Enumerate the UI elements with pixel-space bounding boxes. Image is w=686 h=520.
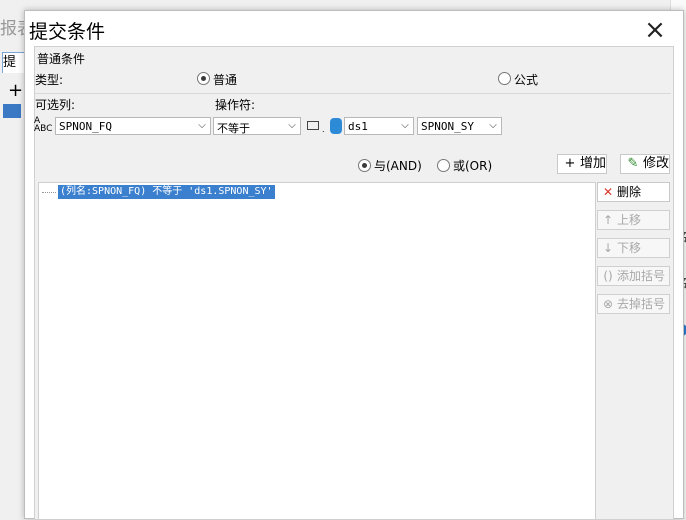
- close-icon[interactable]: ×: [643, 17, 667, 43]
- move-up-button-label: 上移: [617, 213, 642, 227]
- column-label: 可选列:: [35, 98, 76, 112]
- chevron-down-icon[interactable]: ⌵: [485, 118, 501, 134]
- type-label: 类型:: [35, 73, 64, 87]
- add-button[interactable]: + 增加: [557, 154, 607, 174]
- tree-connector: [42, 192, 56, 193]
- delete-button[interactable]: ✕ 删除: [597, 182, 670, 202]
- add-bracket-button-label: 添加括号: [617, 269, 666, 283]
- submit-condition-dialog: 提交条件 × 普通条件 类型: 普通 公式 可选列: 操作符: A ABC SPN…: [24, 10, 684, 520]
- type-formula-label: 公式: [514, 73, 539, 87]
- column-type-icon: A ABC: [34, 116, 53, 134]
- dataset-select-value: ds1: [348, 120, 368, 133]
- operator-select[interactable]: 不等于 ⌵: [213, 117, 301, 135]
- chevron-down-icon[interactable]: ⌵: [397, 118, 413, 134]
- delete-icon: ✕: [602, 185, 614, 199]
- condition-item[interactable]: (列名:SPNON_FQ) 不等于 'ds1.SPNON_SY': [58, 185, 275, 199]
- modify-button-label: 修改: [643, 156, 670, 171]
- bracket-icon: (): [603, 269, 613, 283]
- dataset-select[interactable]: ds1 ⌵: [344, 117, 414, 135]
- background-table-icon[interactable]: [3, 104, 21, 118]
- radio-selected-icon[interactable]: [197, 72, 210, 85]
- radio-selected-icon[interactable]: [358, 159, 371, 172]
- background-add-icon[interactable]: +: [8, 80, 23, 101]
- database-icon: [330, 118, 342, 134]
- condition-list[interactable]: (列名:SPNON_FQ) 不等于 'ds1.SPNON_SY': [38, 182, 596, 520]
- remove-bracket-icon: ⊗: [602, 297, 614, 311]
- arrow-down-icon: ↓: [602, 241, 614, 255]
- column-select-value: SPNON_FQ: [59, 120, 112, 133]
- logic-and-label: 与(AND): [374, 159, 422, 173]
- logic-or-label: 或(OR): [453, 159, 493, 173]
- remove-bracket-button[interactable]: ⊗ 去掉括号: [597, 294, 670, 314]
- divider: [35, 93, 671, 94]
- table-icon: [307, 121, 319, 130]
- operator-label: 操作符:: [215, 98, 256, 112]
- field-select[interactable]: SPNON_SY ⌵: [417, 117, 502, 135]
- chevron-down-icon[interactable]: ⌵: [284, 118, 300, 134]
- move-up-button[interactable]: ↑ 上移: [597, 210, 670, 230]
- add-button-label: 增加: [580, 156, 607, 171]
- group-title: 普通条件: [37, 52, 86, 66]
- edit-icon: ✎: [627, 156, 639, 171]
- radio-unselected-icon[interactable]: [498, 72, 511, 85]
- column-select[interactable]: SPNON_FQ ⌵: [55, 117, 211, 135]
- delete-button-label: 删除: [617, 185, 642, 199]
- arrow-up-icon: ↑: [602, 213, 614, 227]
- plus-icon: +: [564, 156, 576, 171]
- remove-bracket-button-label: 去掉括号: [617, 297, 666, 311]
- radio-unselected-icon[interactable]: [437, 159, 450, 172]
- type-normal-label: 普通: [213, 73, 238, 87]
- operator-select-value: 不等于: [217, 122, 250, 135]
- field-select-value: SPNON_SY: [421, 120, 474, 133]
- move-down-button-label: 下移: [617, 241, 642, 255]
- modify-button[interactable]: ✎ 修改: [620, 154, 670, 174]
- add-bracket-button[interactable]: () 添加括号: [597, 266, 670, 286]
- dialog-title: 提交条件: [29, 21, 106, 43]
- chevron-down-icon[interactable]: ⌵: [194, 118, 210, 134]
- dot-separator: .: [322, 125, 325, 134]
- move-down-button[interactable]: ↓ 下移: [597, 238, 670, 258]
